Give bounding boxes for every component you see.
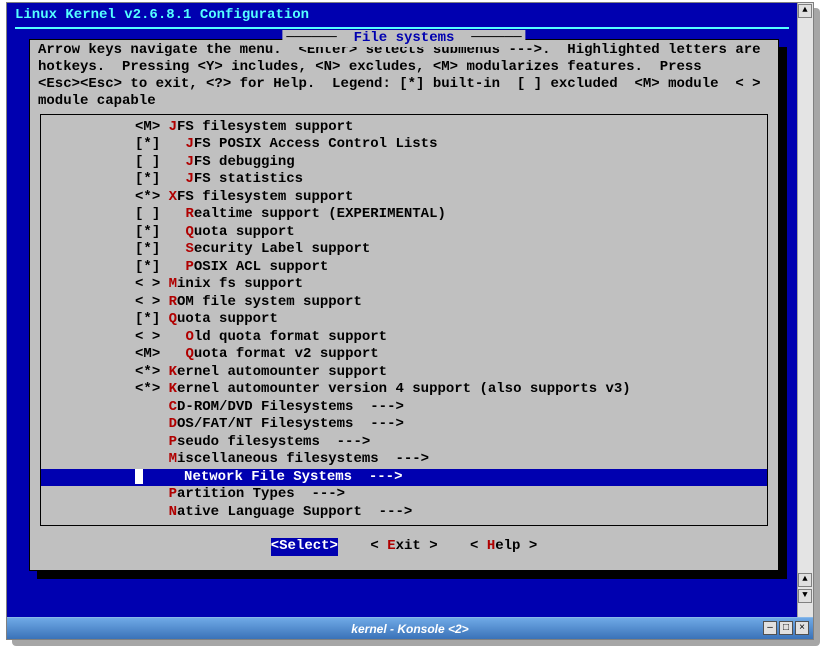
app-title: Linux Kernel v2.6.8.1 Configuration	[15, 7, 789, 25]
menu-hotkey: S	[185, 241, 193, 257]
menu-hotkey: C	[169, 399, 177, 415]
window-title: kernel - Konsole <2>	[351, 622, 468, 636]
menu-hotkey: P	[169, 434, 177, 450]
menu-box: <M> JFS filesystem support [*] JFS POSIX…	[40, 114, 768, 527]
exit-lt: <	[370, 538, 387, 554]
menu-hotkey: P	[185, 259, 193, 275]
menu-hotkey: M	[169, 451, 177, 467]
window-controls: – □ ×	[763, 621, 809, 635]
terminal-content: Linux Kernel v2.6.8.1 Configuration ────…	[7, 3, 797, 617]
menu-item-15[interactable]: <*> Kernel automounter version 4 support…	[41, 381, 767, 399]
exit-hotkey: E	[387, 538, 395, 554]
panel-title-text: File systems	[345, 30, 463, 46]
menu-item-8[interactable]: [*] POSIX ACL support	[41, 259, 767, 277]
menu-hotkey: K	[169, 381, 177, 397]
menu-item-3[interactable]: [*] JFS statistics	[41, 171, 767, 189]
menu-item-14[interactable]: <*> Kernel automounter support	[41, 364, 767, 382]
button-bar: <Select> < Exit > < Help >	[38, 534, 770, 562]
terminal-area: Linux Kernel v2.6.8.1 Configuration ────…	[7, 3, 813, 617]
menu-item-22[interactable]: Native Language Support --->	[41, 504, 767, 522]
help-lt: <	[470, 538, 487, 554]
menu-item-18[interactable]: Pseudo filesystems --->	[41, 434, 767, 452]
menu-hotkey: Q	[169, 311, 177, 327]
menu-hotkey: R	[169, 294, 177, 310]
menu-item-13[interactable]: <M> Quota format v2 support	[41, 346, 767, 364]
scroll-up-icon[interactable]: ▲	[798, 4, 812, 18]
menu-hotkey: P	[169, 486, 177, 502]
help-hotkey: H	[487, 538, 495, 554]
menu-hotkey: Q	[185, 224, 193, 240]
scroll-down2-icon[interactable]: ▼	[798, 589, 812, 603]
select-button[interactable]: <Select>	[271, 538, 338, 556]
help-button[interactable]: < Help >	[470, 538, 537, 556]
menu-hotkey: N	[184, 469, 192, 485]
menu-hotkey: Q	[185, 346, 193, 362]
minimize-button[interactable]: –	[763, 621, 777, 635]
menu-hotkey: D	[169, 416, 177, 432]
menu-item-6[interactable]: [*] Quota support	[41, 224, 767, 242]
help-text: Arrow keys navigate the menu. <Enter> se…	[38, 42, 770, 110]
panel-title: ────── File systems ──────	[282, 30, 525, 48]
menuconfig-panel: ────── File systems ────── Arrow keys na…	[29, 39, 779, 571]
menu-item-10[interactable]: < > ROM file system support	[41, 294, 767, 312]
menu-hotkey: R	[185, 206, 193, 222]
menu-hotkey: N	[169, 504, 177, 520]
scroll-down-icon[interactable]: ▲	[798, 573, 812, 587]
menu-item-1[interactable]: [*] JFS POSIX Access Control Lists	[41, 136, 767, 154]
menu-hotkey: O	[185, 329, 193, 345]
window-titlebar[interactable]: kernel - Konsole <2> – □ ×	[7, 617, 813, 639]
menu-item-0[interactable]: <M> JFS filesystem support	[41, 119, 767, 137]
menu-item-17[interactable]: DOS/FAT/NT Filesystems --->	[41, 416, 767, 434]
menu-hotkey: J	[185, 154, 193, 170]
menu-hotkey: X	[169, 189, 177, 205]
title-rule	[15, 27, 789, 29]
menu-item-11[interactable]: [*] Quota support	[41, 311, 767, 329]
menu-hotkey: K	[169, 364, 177, 380]
help-rest: elp >	[495, 538, 537, 554]
menu-hotkey: J	[185, 171, 193, 187]
close-button[interactable]: ×	[795, 621, 809, 635]
menu-item-9[interactable]: < > Minix fs support	[41, 276, 767, 294]
exit-button[interactable]: < Exit >	[370, 538, 437, 556]
menu-item-19[interactable]: Miscellaneous filesystems --->	[41, 451, 767, 469]
menu-hotkey: J	[169, 119, 177, 135]
menu-item-5[interactable]: [ ] Realtime support (EXPERIMENTAL)	[41, 206, 767, 224]
terminal-scrollbar[interactable]: ▲ ▲ ▼	[797, 3, 813, 617]
menu-item-2[interactable]: [ ] JFS debugging	[41, 154, 767, 172]
menu-item-20[interactable]: Network File Systems --->	[41, 469, 767, 487]
menu-hotkey: J	[185, 136, 193, 152]
menu-item-7[interactable]: [*] Security Label support	[41, 241, 767, 259]
menu-item-12[interactable]: < > Old quota format support	[41, 329, 767, 347]
konsole-window: Linux Kernel v2.6.8.1 Configuration ────…	[6, 2, 814, 640]
menu-item-16[interactable]: CD-ROM/DVD Filesystems --->	[41, 399, 767, 417]
menu-item-4[interactable]: <*> XFS filesystem support	[41, 189, 767, 207]
cursor-icon	[135, 469, 143, 484]
menu-item-21[interactable]: Partition Types --->	[41, 486, 767, 504]
menu-hotkey: M	[169, 276, 177, 292]
maximize-button[interactable]: □	[779, 621, 793, 635]
exit-rest: xit >	[396, 538, 438, 554]
